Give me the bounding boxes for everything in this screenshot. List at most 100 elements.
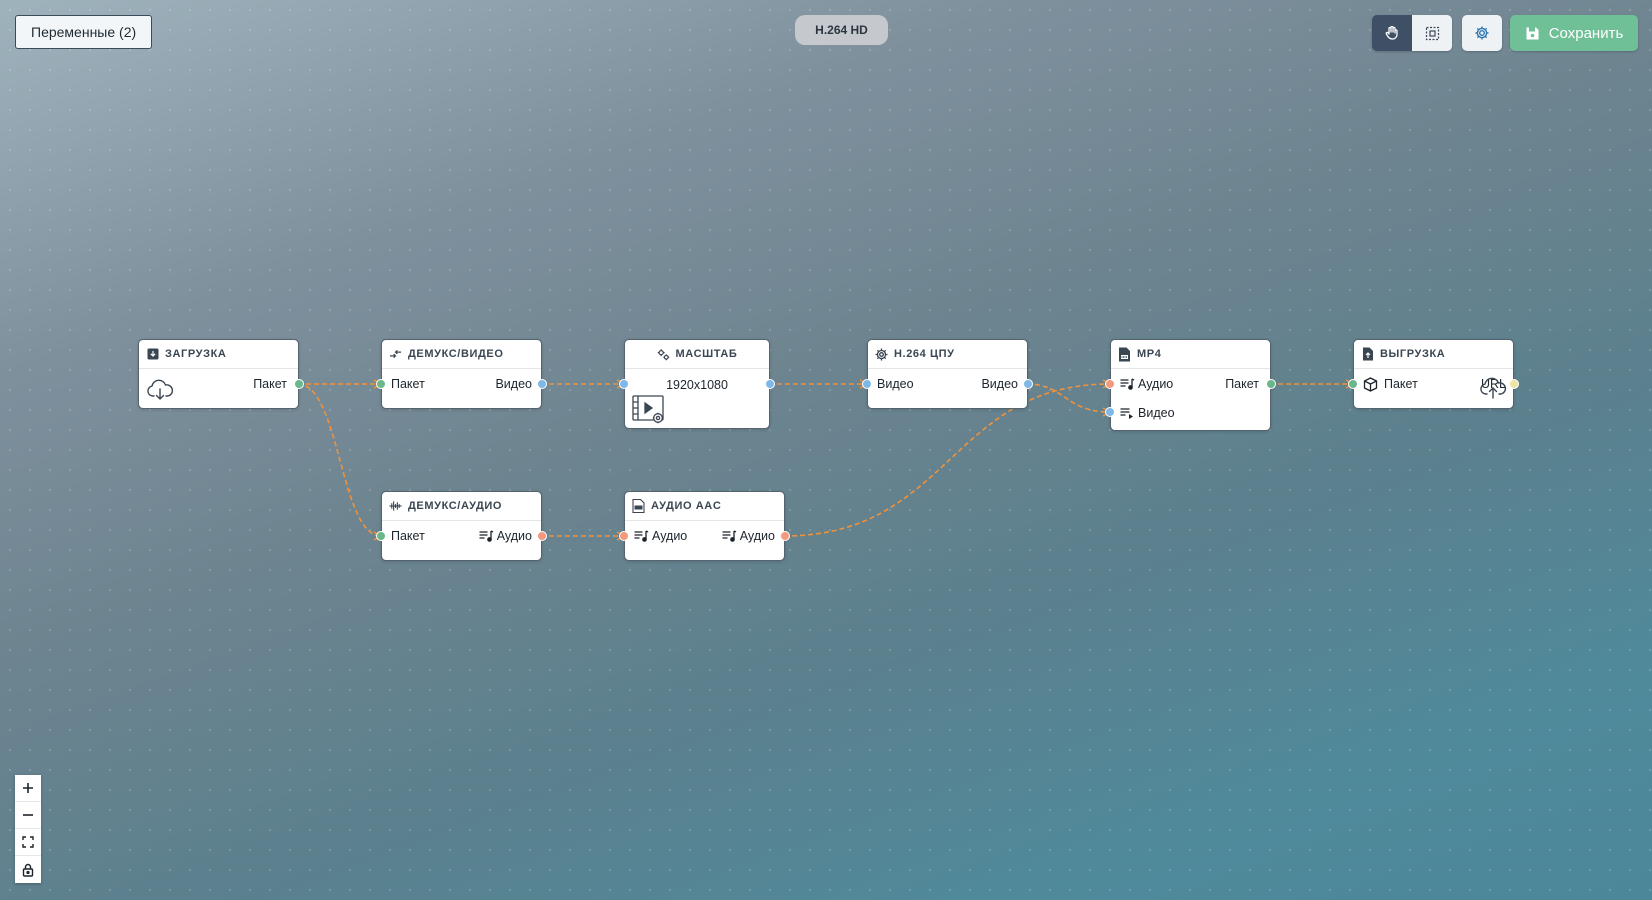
zoom-controls: [15, 775, 41, 883]
output-port-video[interactable]: [1023, 379, 1033, 389]
video-settings-icon: [632, 395, 664, 424]
node-header: ЗАГРУЗКА: [139, 340, 298, 369]
node-header: ВЫГРУЗКА: [1354, 340, 1513, 369]
save-button-label: Сохранить: [1548, 24, 1624, 42]
settings-button[interactable]: [1462, 15, 1502, 51]
node-title: АУДИО AAC: [651, 500, 722, 512]
port-label-out: Видео: [495, 376, 532, 392]
port-label-in-video: Видео: [1120, 405, 1175, 421]
tool-mode-group: [1372, 15, 1452, 51]
node-export[interactable]: ВЫГРУЗКА Пакет URL: [1348, 339, 1519, 409]
node-h264-cpu[interactable]: H.264 ЦПУ Видео Видео: [862, 339, 1033, 409]
port-label: Аудио: [739, 529, 775, 543]
node-scale[interactable]: МАСШТАБ 1920x1080: [619, 339, 775, 429]
input-port-video[interactable]: [862, 379, 872, 389]
edge-upload-demux-audio: [297, 383, 382, 537]
input-port-packet[interactable]: [1348, 379, 1358, 389]
output-port-audio[interactable]: [780, 531, 790, 541]
input-port-video[interactable]: [619, 379, 629, 389]
download-cloud-icon: [147, 379, 174, 400]
select-tool-button[interactable]: [1412, 15, 1452, 51]
port-label: Видео: [981, 377, 1018, 391]
connections: [297, 379, 1355, 541]
mp4-file-icon: [1118, 347, 1131, 361]
port-label-in: Аудио: [634, 528, 687, 544]
port-label: Пакет: [1384, 377, 1418, 391]
port-label-in: Видео: [877, 376, 914, 392]
canvas-background: [0, 0, 1652, 900]
port-label: Аудио: [652, 529, 688, 543]
node-title: ВЫГРУЗКА: [1380, 348, 1446, 360]
export-file-icon: [1361, 347, 1374, 361]
lock-button[interactable]: [15, 856, 41, 883]
aac-file-icon: [632, 499, 645, 513]
edge-h264-mp4-video: [1026, 383, 1111, 413]
port-label-out: Аудио: [479, 528, 532, 544]
node-title: MP4: [1137, 348, 1162, 360]
node-title: ДЕМУКС/ВИДЕО: [408, 348, 504, 360]
node-header: МАСШТАБ: [625, 340, 769, 369]
output-port-packet[interactable]: [294, 379, 304, 389]
port-label: Пакет: [1225, 377, 1259, 391]
package-icon: [1363, 376, 1378, 392]
gears-icon: [657, 348, 670, 361]
output-port-audio[interactable]: [537, 531, 547, 541]
output-port-packet[interactable]: [1266, 379, 1276, 389]
fit-view-button[interactable]: [15, 829, 41, 856]
minus-icon: [23, 814, 33, 816]
port-label-in-audio: Аудио: [1120, 376, 1173, 392]
zoom-out-button[interactable]: [15, 802, 41, 829]
waveform-icon: [389, 500, 402, 513]
lock-icon: [22, 863, 34, 877]
node-header: ДЕМУКС/АУДИО: [382, 492, 541, 521]
node-demux-audio[interactable]: ДЕМУКС/АУДИО Пакет Аудио: [376, 491, 547, 561]
port-label-in: Пакет: [391, 376, 425, 392]
port-label: Пакет: [391, 529, 425, 543]
hand-icon: [1385, 25, 1398, 40]
settings-group: [1462, 15, 1502, 51]
audio-track-icon: [479, 530, 494, 542]
video-track-icon: [1120, 408, 1133, 419]
fullscreen-icon: [22, 836, 34, 848]
port-label: Видео: [877, 377, 914, 391]
node-mp4[interactable]: MP4 Аудио Видео Пакет: [1105, 339, 1276, 431]
node-upload[interactable]: ЗАГРУЗКА Пакет: [138, 339, 304, 409]
port-label-out: Пакет: [1225, 376, 1259, 392]
port-label: Пакет: [253, 377, 287, 391]
input-port-packet[interactable]: [376, 379, 386, 389]
gear-icon: [1475, 26, 1489, 40]
output-port-url[interactable]: [1509, 379, 1519, 389]
output-port-video[interactable]: [765, 379, 775, 389]
input-port-video[interactable]: [1105, 407, 1115, 417]
variables-button[interactable]: Переменные (2): [15, 15, 153, 49]
port-label: Видео: [495, 377, 532, 391]
port-label: Аудио: [496, 529, 532, 543]
node-title: H.264 ЦПУ: [894, 348, 955, 360]
node-title: ЗАГРУЗКА: [165, 348, 227, 360]
input-port-audio[interactable]: [619, 531, 629, 541]
floppy-disk-icon: [1526, 27, 1539, 39]
pan-tool-button[interactable]: [1372, 15, 1412, 51]
node-header: АУДИО AAC: [625, 492, 784, 521]
zoom-in-button[interactable]: [15, 775, 41, 802]
plus-icon: [23, 783, 33, 793]
node-header: ДЕМУКС/ВИДЕО: [382, 340, 541, 369]
port-label: Видео: [1138, 406, 1175, 420]
input-port-audio[interactable]: [1105, 379, 1115, 389]
upload-cloud-icon: [1480, 377, 1507, 399]
node-aac[interactable]: АУДИО AAC Аудио Аудио: [619, 491, 790, 561]
node-header: H.264 ЦПУ: [868, 340, 1027, 369]
cog-icon: [875, 348, 888, 361]
node-demux-video[interactable]: ДЕМУКС/ВИДЕО Пакет Видео: [376, 339, 547, 409]
audio-track-icon: [1120, 378, 1135, 390]
selection-icon: [1425, 26, 1439, 40]
node-header: MP4: [1111, 340, 1270, 369]
output-port-video[interactable]: [537, 379, 547, 389]
save-button[interactable]: Сохранить: [1510, 15, 1638, 51]
port-label-out: Аудио: [722, 528, 775, 544]
node-title: ДЕМУКС/АУДИО: [408, 500, 503, 512]
input-port-packet[interactable]: [376, 531, 386, 541]
port-label: Пакет: [391, 377, 425, 391]
node-title: МАСШТАБ: [675, 348, 738, 360]
pipeline-title[interactable]: H.264 HD: [795, 15, 888, 45]
